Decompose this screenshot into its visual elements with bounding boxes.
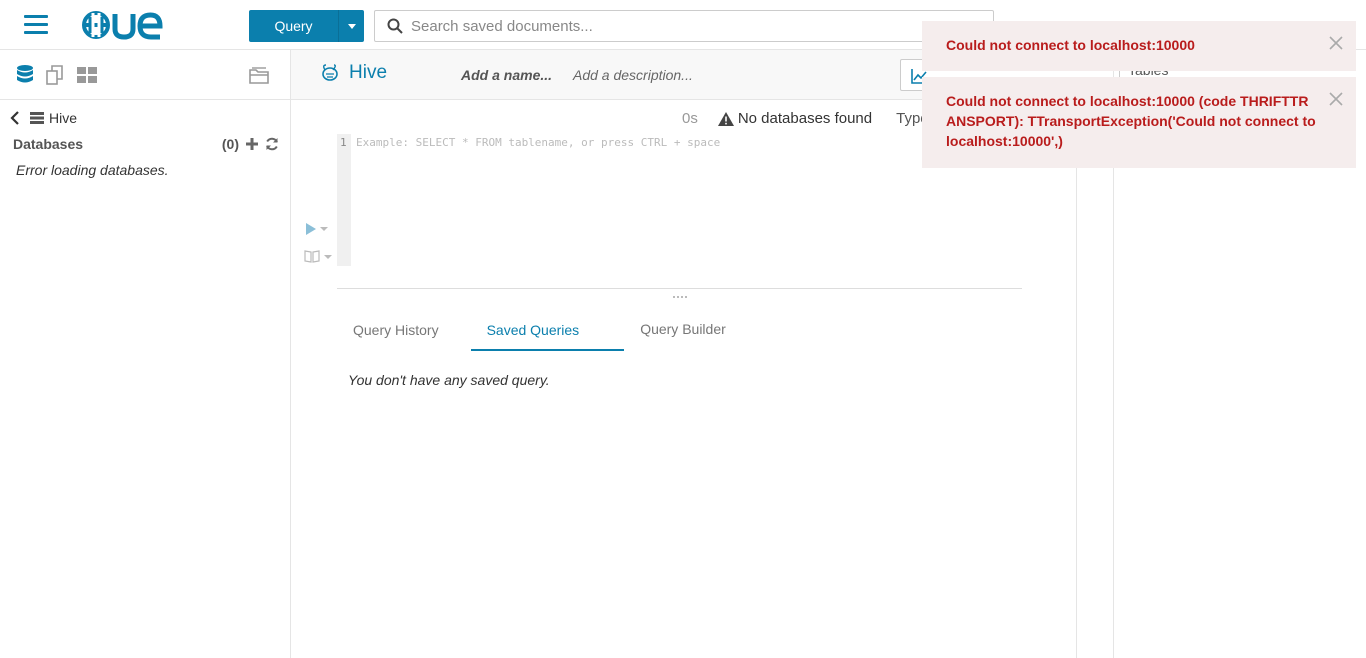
server-icon	[30, 112, 44, 124]
results-tabs: Query History Saved Queries Query Builde…	[337, 312, 742, 351]
caret-down-icon[interactable]	[324, 254, 332, 259]
left-assist-panel: Hive Databases (0) Error loading databas…	[0, 50, 291, 658]
execution-time: 0s	[682, 110, 698, 127]
no-databases-label: No databases found	[737, 110, 873, 127]
dashboard-grid-icon[interactable]	[76, 64, 98, 86]
editor-bottom-border	[337, 288, 1022, 289]
close-icon[interactable]	[1328, 35, 1344, 51]
databases-count: (0)	[221, 136, 239, 152]
error-notification: Could not connect to localhost:10000	[922, 21, 1356, 71]
notification-text: Could not connect to localhost:10000 (co…	[946, 93, 1316, 149]
editor-title: Hive	[319, 62, 387, 84]
hue-logo[interactable]	[82, 9, 182, 41]
book-icon	[304, 250, 320, 263]
query-dropdown-caret[interactable]	[338, 10, 364, 42]
refresh-icon[interactable]	[265, 137, 279, 151]
notification-text: Could not connect to localhost:10000	[946, 37, 1195, 53]
warning-icon	[717, 111, 734, 126]
query-name-field[interactable]: Add a name...	[461, 67, 552, 83]
resize-handle[interactable]	[673, 296, 687, 299]
query-description-field[interactable]: Add a description...	[573, 67, 693, 83]
database-icon[interactable]	[14, 64, 36, 86]
query-button-label[interactable]: Query	[249, 10, 338, 42]
databases-error: Error loading databases.	[16, 162, 169, 178]
plus-icon[interactable]	[245, 137, 259, 151]
close-icon[interactable]	[1328, 91, 1344, 107]
search-input[interactable]	[411, 17, 971, 35]
tab-saved-queries[interactable]: Saved Queries	[470, 312, 625, 351]
documents-icon[interactable]	[44, 64, 66, 86]
query-button[interactable]: Query	[249, 10, 364, 42]
execute-button[interactable]	[306, 223, 328, 235]
sql-editor-input[interactable]: Example: SELECT * FROM tablename, or pre…	[356, 136, 720, 149]
assist-toolbar	[0, 50, 290, 100]
hamburger-menu-icon[interactable]	[24, 15, 48, 35]
hive-bee-icon	[322, 64, 338, 81]
search-box[interactable]	[374, 10, 994, 42]
caret-down-icon[interactable]	[320, 227, 328, 231]
editor-right-border	[1076, 100, 1077, 658]
tab-query-history[interactable]: Query History	[337, 312, 455, 351]
caret-down-icon	[347, 23, 356, 29]
folder-open-icon[interactable]	[248, 64, 270, 86]
databases-header: Databases (0)	[13, 136, 279, 152]
chevron-left-icon[interactable]	[10, 111, 20, 125]
breadcrumb-label[interactable]: Hive	[49, 110, 77, 126]
tab-query-builder[interactable]: Query Builder	[624, 311, 742, 350]
search-icon	[387, 18, 403, 34]
databases-title: Databases	[13, 136, 84, 152]
editor-title-label: Hive	[349, 62, 388, 83]
play-icon	[306, 223, 316, 235]
error-notification: Could not connect to localhost:10000 (co…	[922, 77, 1356, 168]
editor-status: 0s No databases found Type	[682, 110, 929, 127]
breadcrumb[interactable]: Hive	[10, 110, 77, 126]
snippet-library-button[interactable]	[304, 250, 332, 263]
no-saved-queries-message: You don't have any saved query.	[348, 372, 550, 388]
editor-gutter: 1	[337, 134, 351, 266]
line-number: 1	[340, 136, 347, 149]
